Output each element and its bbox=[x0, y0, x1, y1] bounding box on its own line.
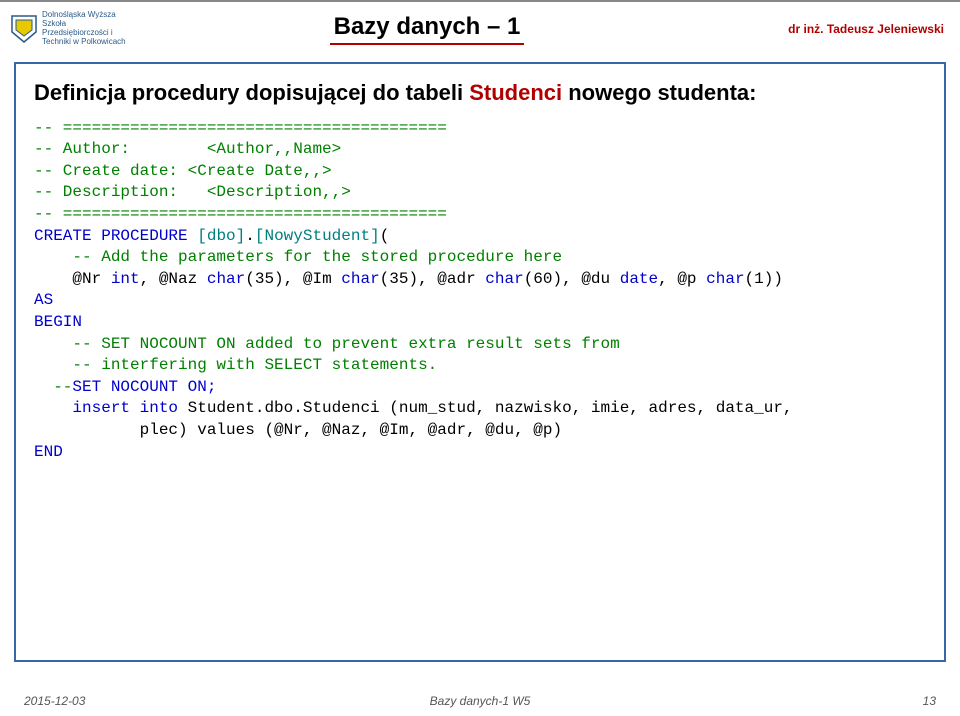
code-ident: [dbo] bbox=[197, 227, 245, 245]
code-punct: . bbox=[245, 227, 255, 245]
code-line: -- SET NOCOUNT ON added to prevent extra… bbox=[34, 335, 620, 353]
code-text: (60), @du bbox=[524, 270, 620, 288]
code-kw: END bbox=[34, 443, 63, 461]
logo-text: Dolnośląska Wyższa Szkoła Przedsiębiorcz… bbox=[42, 11, 130, 46]
footer-center: Bazy danych-1 W5 bbox=[430, 694, 531, 708]
title-wrap: Bazy danych – 1 bbox=[130, 13, 724, 45]
code-text: , @Naz bbox=[140, 270, 207, 288]
heading-post: nowego studenta: bbox=[562, 80, 756, 105]
code-line: -- =====================================… bbox=[34, 205, 447, 223]
code-type: char bbox=[207, 270, 245, 288]
slide-author: dr inż. Tadeusz Jeleniewski bbox=[724, 22, 950, 36]
code-kw: AS bbox=[34, 291, 53, 309]
course-title: Bazy danych – 1 bbox=[330, 13, 525, 45]
code-ident: [NowyStudent] bbox=[255, 227, 380, 245]
code-type: int bbox=[111, 270, 140, 288]
code-kw: BEGIN bbox=[34, 313, 82, 331]
slide-header: Dolnośląska Wyższa Szkoła Przedsiębiorcz… bbox=[0, 0, 960, 52]
code-text: @Nr bbox=[34, 270, 111, 288]
code-kw: CREATE PROCEDURE bbox=[34, 227, 197, 245]
code-line: -- =====================================… bbox=[34, 119, 447, 137]
code-ident: Student.dbo.Studenci bbox=[188, 399, 390, 417]
code-line: -- Create date: <Create Date,,> bbox=[34, 162, 332, 180]
code-punct: ( bbox=[380, 227, 390, 245]
code-text: (num_stud, nazwisko, imie, adres, data_u… bbox=[389, 399, 792, 417]
code-type: char bbox=[485, 270, 523, 288]
code-line: plec) values (@Nr, @Naz, @Im, @adr, @du,… bbox=[34, 421, 562, 439]
code-text: (35), @adr bbox=[380, 270, 486, 288]
code-line: -- Add the parameters for the stored pro… bbox=[34, 248, 562, 266]
code-type: char bbox=[706, 270, 744, 288]
heading-pre: Definicja procedury dopisującej do tabel… bbox=[34, 80, 469, 105]
code-type: char bbox=[341, 270, 379, 288]
heading-highlight: Studenci bbox=[469, 80, 562, 105]
content-box: Definicja procedury dopisującej do tabel… bbox=[14, 62, 946, 662]
shield-icon bbox=[10, 14, 38, 44]
code-text: (35), @Im bbox=[245, 270, 341, 288]
code-kw: insert into bbox=[34, 399, 188, 417]
code-line: -- Author: <Author,,Name> bbox=[34, 140, 341, 158]
slide-footer: 2015-12-03 Bazy danych-1 W5 13 bbox=[0, 694, 960, 708]
code-text: (1)) bbox=[745, 270, 783, 288]
code-line: -- Description: <Description,,> bbox=[34, 183, 351, 201]
code-kw: -- bbox=[34, 378, 72, 396]
school-logo: Dolnośląska Wyższa Szkoła Przedsiębiorcz… bbox=[10, 11, 130, 46]
footer-date: 2015-12-03 bbox=[24, 694, 85, 708]
code-stmt: SET NOCOUNT ON; bbox=[72, 378, 216, 396]
code-text: , @p bbox=[658, 270, 706, 288]
footer-page: 13 bbox=[923, 694, 936, 708]
section-heading: Definicja procedury dopisującej do tabel… bbox=[34, 78, 926, 108]
code-block: -- =====================================… bbox=[34, 118, 926, 464]
code-type: date bbox=[620, 270, 658, 288]
code-line: -- interfering with SELECT statements. bbox=[34, 356, 437, 374]
